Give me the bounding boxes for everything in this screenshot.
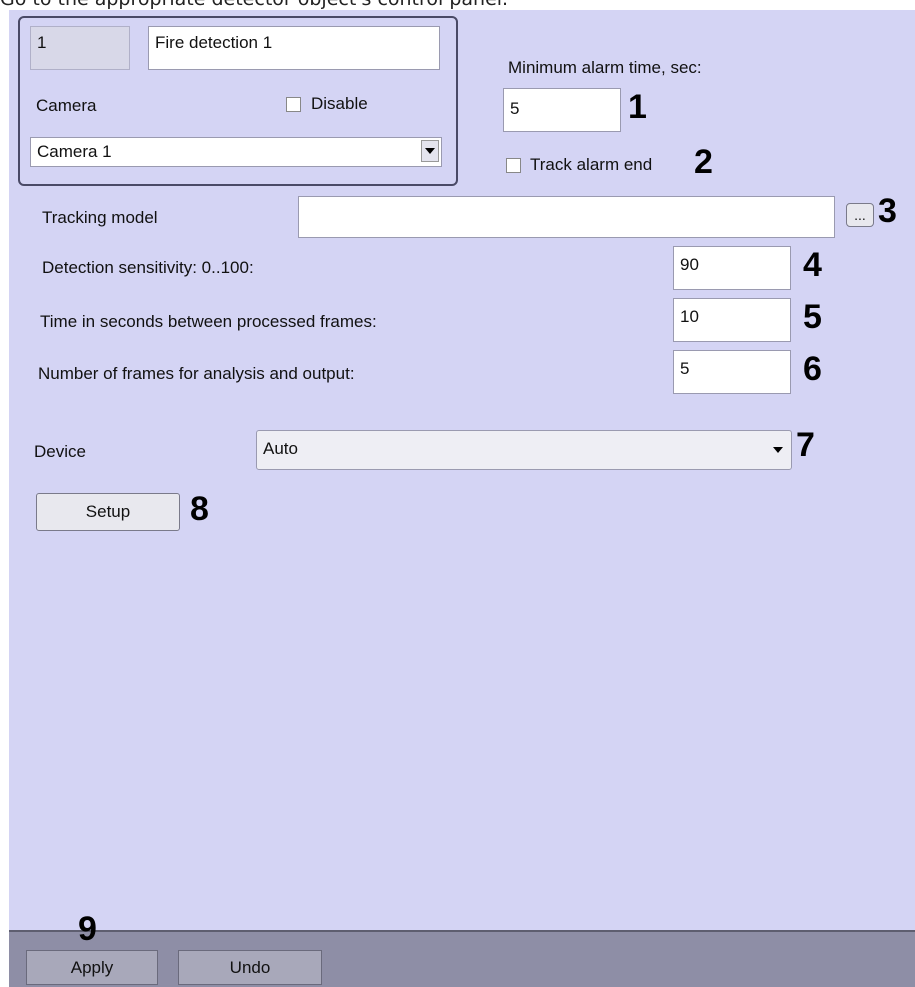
tracking-model-input[interactable] [298,196,835,238]
device-dropdown-button[interactable] [773,447,783,453]
callout-1: 1 [628,88,647,126]
num-frames-label: Number of frames for analysis and output… [38,364,355,383]
callout-5: 5 [803,298,822,336]
callout-6: 6 [803,350,822,388]
callout-4: 4 [803,246,822,284]
callout-8: 8 [190,490,209,528]
device-select[interactable]: Auto [256,430,792,470]
callout-2: 2 [694,143,713,181]
time-between-label: Time in seconds between processed frames… [40,312,377,331]
min-alarm-input[interactable]: 5 [503,88,621,132]
time-between-input[interactable]: 10 [673,298,791,342]
disable-label: Disable [311,94,368,113]
camera-select[interactable]: Camera 1 [30,137,442,167]
callout-9: 9 [78,910,97,948]
undo-button[interactable]: Undo [178,950,322,985]
tracking-model-label: Tracking model [42,208,158,227]
num-frames-input[interactable]: 5 [673,350,791,394]
object-name-field[interactable]: Fire detection 1 [148,26,440,70]
chevron-down-icon [425,148,435,154]
camera-select-value: Camera 1 [37,142,112,161]
camera-label: Camera [36,96,97,115]
tracking-model-browse-button[interactable]: ... [846,203,874,227]
sensitivity-input[interactable]: 90 [673,246,791,290]
object-id-field[interactable]: 1 [30,26,130,70]
document-caption: Go to the appropriate detector object's … [0,0,508,10]
callout-3: 3 [878,192,897,230]
callout-7: 7 [796,426,815,464]
min-alarm-label: Minimum alarm time, sec: [508,58,702,77]
track-alarm-end-label: Track alarm end [530,155,653,174]
setup-button[interactable]: Setup [36,493,180,531]
device-label: Device [34,442,86,461]
chevron-down-icon [773,447,783,453]
track-alarm-end-checkbox[interactable] [506,158,521,173]
apply-button[interactable]: Apply [26,950,158,985]
sensitivity-label: Detection sensitivity: 0..100: [42,258,254,277]
device-select-value: Auto [263,439,298,458]
camera-dropdown-button[interactable] [421,140,439,162]
disable-checkbox[interactable] [286,97,301,112]
